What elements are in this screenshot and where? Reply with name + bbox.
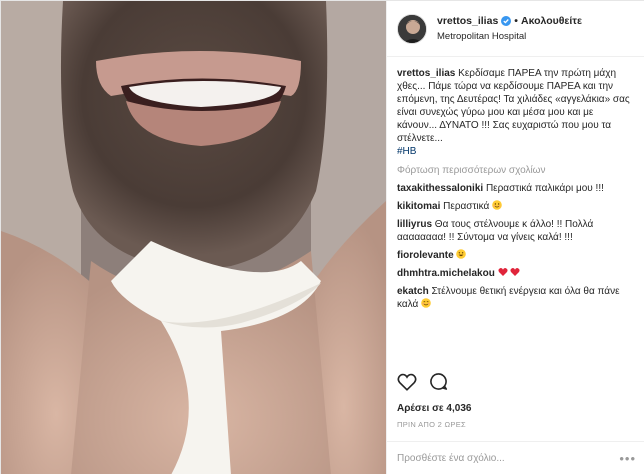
heart-emoji-icon <box>498 267 508 277</box>
comment-bubble-icon[interactable] <box>429 372 448 391</box>
smile-emoji-icon <box>492 200 502 210</box>
post-actions <box>397 372 460 391</box>
post-timestamp: ΠΡΙΝ ΑΠΟ 2 ΩΡΕΣ <box>397 420 466 429</box>
comment-username[interactable]: lilliyrus <box>397 219 432 230</box>
blush-emoji-icon <box>421 298 431 308</box>
comment-item: dhmhtra.michelakou <box>397 267 635 280</box>
instagram-post: vrettos_ilias • Ακολουθείτε Metropolitan… <box>0 0 644 474</box>
verified-badge-icon <box>501 16 512 26</box>
like-heart-icon[interactable] <box>397 373 417 391</box>
post-header: vrettos_ilias • Ακολουθείτε Metropolitan… <box>387 1 644 57</box>
caption-hashtag[interactable]: #HB <box>397 146 416 157</box>
header-top-row: vrettos_ilias • Ακολουθείτε <box>437 15 582 28</box>
comment-text: Περαστικά <box>443 201 490 212</box>
header-text: vrettos_ilias • Ακολουθείτε Metropolitan… <box>437 15 582 43</box>
caption-text: Κερδίσαμε ΠΑΡΕΑ την πρώτη μάχη χθες... Π… <box>397 68 630 144</box>
comment-item: lilliyrus Θα τους στέλνουμε κ άλλο! !! Π… <box>397 218 635 244</box>
comment-item: ekatch Στέλνουμε θετική ενέργεια και όλα… <box>397 285 635 311</box>
likes-count[interactable]: Αρέσει σε 4,036 <box>397 403 471 414</box>
load-more-comments-button[interactable]: Φόρτωση περισσότερων σχολίων <box>397 164 635 177</box>
grin-emoji-icon <box>456 249 467 259</box>
comment-text: Περαστικά παλικάρι μου !!! <box>485 183 604 194</box>
comments-section: vrettos_ilias Κερδίσαμε ΠΑΡΕΑ την πρώτη … <box>387 57 644 367</box>
avatar-image <box>398 14 426 43</box>
comment-item: kikitomai Περαστικά <box>397 200 635 213</box>
add-comment-input[interactable] <box>397 453 620 464</box>
add-comment-bar: ••• <box>387 441 644 474</box>
comment-username[interactable]: kikitomai <box>397 201 440 212</box>
caption-username[interactable]: vrettos_ilias <box>397 68 455 79</box>
header-separator: • <box>514 14 518 27</box>
post-sidebar: vrettos_ilias • Ακολουθείτε Metropolitan… <box>386 1 644 474</box>
heart-emoji-icon <box>510 267 520 277</box>
header-username[interactable]: vrettos_ilias <box>437 15 498 28</box>
location-link[interactable]: Metropolitan Hospital <box>437 31 582 43</box>
follow-button[interactable]: Ακολουθείτε <box>521 15 582 28</box>
post-photo[interactable] <box>1 1 386 474</box>
more-options-icon[interactable]: ••• <box>619 451 636 466</box>
comment-item: fiorolevante <box>397 249 635 262</box>
comment-username[interactable]: taxakithessaloniki <box>397 183 483 194</box>
comment-username[interactable]: dhmhtra.michelakou <box>397 268 495 279</box>
comment-username[interactable]: fiorolevante <box>397 250 454 261</box>
post-photo-image <box>1 1 386 474</box>
comment-item: taxakithessaloniki Περαστικά παλικάρι μο… <box>397 182 635 195</box>
comment-username[interactable]: ekatch <box>397 286 429 297</box>
avatar[interactable] <box>397 13 427 44</box>
post-caption: vrettos_ilias Κερδίσαμε ΠΑΡΕΑ την πρώτη … <box>397 67 635 158</box>
